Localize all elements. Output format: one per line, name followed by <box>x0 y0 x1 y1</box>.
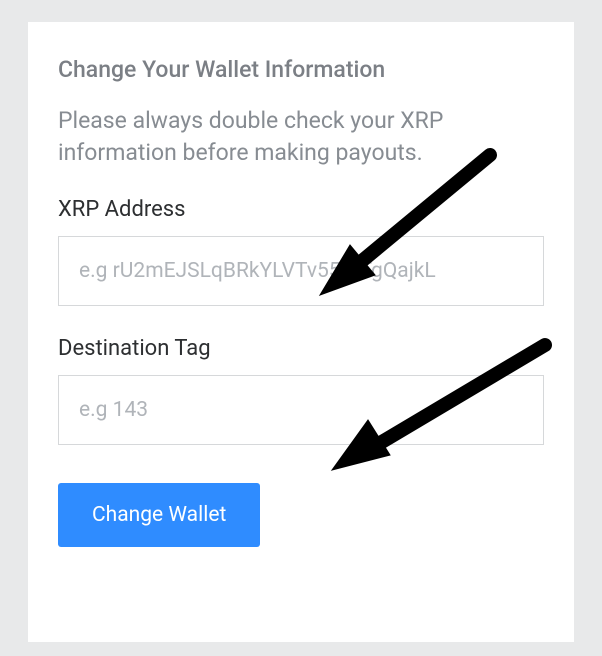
destination-tag-label: Destination Tag <box>58 336 544 361</box>
xrp-address-group: XRP Address <box>58 197 544 306</box>
destination-tag-group: Destination Tag <box>58 336 544 445</box>
wallet-form-card: Change Your Wallet Information Please al… <box>28 22 574 642</box>
form-instructions: Please always double check your XRP info… <box>58 105 544 169</box>
destination-tag-input[interactable] <box>58 375 544 445</box>
form-title: Change Your Wallet Information <box>58 56 544 83</box>
xrp-address-label: XRP Address <box>58 197 544 222</box>
change-wallet-button[interactable]: Change Wallet <box>58 483 260 547</box>
xrp-address-input[interactable] <box>58 236 544 306</box>
